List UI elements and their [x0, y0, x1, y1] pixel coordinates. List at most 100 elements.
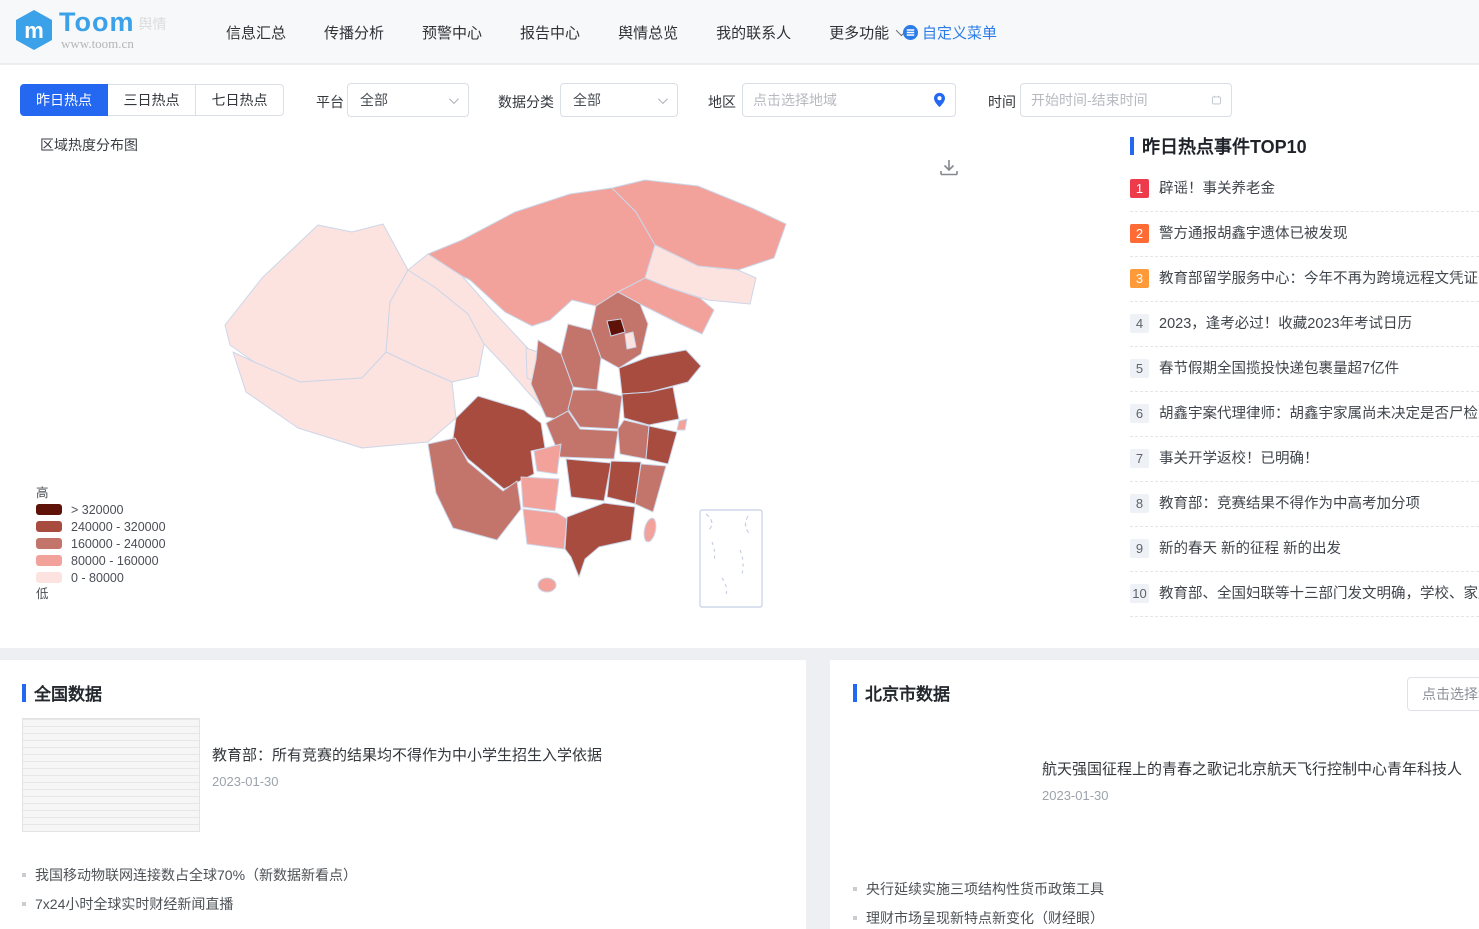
nav-item-more-features[interactable]: 更多功能 [829, 22, 904, 43]
rank-badge: 7 [1130, 449, 1149, 468]
hot-event-item[interactable]: 6胡鑫宇案代理律师：胡鑫宇家属尚未决定是否尸检 [1130, 392, 1479, 437]
beijing-region-select-button[interactable]: 点击选择地域 [1407, 677, 1479, 711]
national-title-row: 全国数据 [22, 680, 102, 705]
custom-menu-link[interactable]: 自定义菜单 [903, 0, 997, 64]
hot-event-item[interactable]: 8教育部：竞赛结果不得作为中高考加分项 [1130, 482, 1479, 527]
hot-event-item[interactable]: 7 事关开学返校！已明确！ [1130, 437, 1479, 482]
news-item[interactable]: 我国移动物联网连接数占全球70%（新数据新看点） [22, 860, 800, 889]
hot-event-title: 警方通报胡鑫宇遗体已被发现 [1159, 224, 1348, 244]
legend-row: 240000 - 320000 [36, 518, 166, 535]
province-anhui[interactable] [618, 420, 649, 459]
beijing-title-row: 北京市数据 [853, 680, 950, 705]
tab-seven-day-hot[interactable]: 七日热点 [196, 84, 284, 116]
legend-swatch [36, 521, 62, 532]
featured-article[interactable]: 航天强国征程上的青春之歌记北京航天飞行控制中心青年科技人 2023-01-30 [852, 718, 1479, 832]
rank-badge: 2 [1130, 224, 1149, 243]
hot-event-item[interactable]: 3 教育部留学服务中心：今年不再为跨境远程文凭证书提供 [1130, 257, 1479, 302]
hot-event-list: 1 辟谣！事关养老金 2 警方通报胡鑫宇遗体已被发现 3 教育部留学服务中心：今年不再… [1130, 167, 1479, 617]
hot-event-item[interactable]: 5春节假期全国揽投快递包裹量超7亿件 [1130, 347, 1479, 392]
legend-swatch [36, 555, 62, 566]
rank-badge: 10 [1130, 584, 1149, 603]
legend-high-label: 高 [36, 485, 166, 501]
nav-item-info-summary[interactable]: 信息汇总 [226, 22, 286, 43]
legend-row: 80000 - 160000 [36, 552, 166, 569]
tab-yesterday-hot[interactable]: 昨日热点 [20, 84, 108, 116]
south-china-sea-inset [700, 510, 762, 607]
province-hainan[interactable] [538, 578, 556, 592]
title-accent-bar [1130, 137, 1134, 155]
hot-event-title: 事关开学返校！已明确！ [1159, 449, 1319, 469]
legend-swatch [36, 538, 62, 549]
header: m Toom 舆情 www.toom.cn 信息汇总 传播分析 预警中心 报告中… [0, 0, 1479, 64]
legend-row: > 320000 [36, 501, 166, 518]
featured-body: 教育部：所有竞赛的结果均不得作为中小学生招生入学依据 2023-01-30 [212, 718, 602, 832]
title-accent-bar [22, 684, 26, 702]
logo[interactable]: m Toom 舆情 www.toom.cn [14, 9, 166, 52]
platform-label: 平台 [316, 92, 344, 112]
nav-item-sentiment-overview[interactable]: 舆情总览 [618, 22, 678, 43]
nav-item-spread-analysis[interactable]: 传播分析 [324, 22, 384, 43]
region-label: 地区 [708, 92, 736, 112]
beijing-data-card: 北京市数据 点击选择地域 航天强国征程上的青春之歌记北京航天飞行控制中心青年科技… [830, 660, 1479, 929]
hot-event-item[interactable]: 2 警方通报胡鑫宇遗体已被发现 [1130, 212, 1479, 257]
featured-title[interactable]: 航天强国征程上的青春之歌记北京航天飞行控制中心青年科技人 [1042, 758, 1462, 779]
beijing-news-list: 央行延续实施三项结构性货币政策工具 理财市场呈现新特点新变化（财经眼） [853, 874, 1479, 929]
rank-badge: 1 [1130, 179, 1149, 198]
region-input-wrap [742, 83, 956, 117]
hot-event-title: 教育部、全国妇联等十三部门发文明确，学校、家庭、社 [1159, 584, 1479, 604]
chevron-down-icon [449, 94, 459, 104]
province-zhejiang[interactable] [646, 426, 677, 464]
national-title: 全国数据 [34, 680, 102, 705]
hot-event-item[interactable]: 1 辟谣！事关养老金 [1130, 167, 1479, 212]
title-accent-bar [853, 684, 857, 702]
national-news-list: 我国移动物联网连接数占全球70%（新数据新看点） 7x24小时全球实时财经新闻直… [22, 860, 800, 918]
province-fujian[interactable] [635, 464, 666, 512]
top10-title: 昨日热点事件TOP10 [1142, 133, 1307, 159]
rank-badge: 4 [1130, 314, 1149, 333]
province-guizhou[interactable] [521, 477, 559, 511]
national-data-card: 全国数据 教育部：所有竞赛的结果均不得作为中小学生招生入学依据 2023-01-… [0, 660, 806, 929]
nav-item-warning-center[interactable]: 预警中心 [422, 22, 482, 43]
hot-event-title: 辟谣！事关养老金 [1159, 179, 1275, 199]
featured-date: 2023-01-30 [212, 774, 602, 789]
hot-event-item[interactable]: 9新的春天 新的征程 新的出发 [1130, 527, 1479, 572]
category-select[interactable]: 全部 [560, 83, 678, 117]
platform-select[interactable]: 全部 [347, 83, 469, 117]
page: m Toom 舆情 www.toom.cn 信息汇总 传播分析 预警中心 报告中… [0, 0, 1479, 929]
nav-item-my-contacts[interactable]: 我的联系人 [716, 22, 791, 43]
rank-badge: 6 [1130, 404, 1149, 423]
hot-event-title: 教育部：竞赛结果不得作为中高考加分项 [1159, 494, 1420, 514]
svg-text:m: m [24, 18, 44, 43]
rank-badge: 3 [1130, 269, 1149, 288]
main-nav: 信息汇总 传播分析 预警中心 报告中心 舆情总览 我的联系人 更多功能 [226, 0, 942, 64]
province-hunan[interactable] [566, 459, 611, 501]
rank-badge: 5 [1130, 359, 1149, 378]
logo-hexagon-icon: m [14, 9, 54, 51]
china-heat-map [0, 130, 1120, 650]
province-guangxi[interactable] [523, 509, 567, 549]
nav-item-report-center[interactable]: 报告中心 [520, 22, 580, 43]
hot-event-title: 2023，逢考必过！收藏2023年考试日历 [1159, 314, 1412, 334]
news-item[interactable]: 理财市场呈现新特点新变化（财经眼） [853, 903, 1479, 929]
region-input[interactable] [753, 92, 934, 108]
province-shanghai[interactable] [677, 419, 687, 430]
chevron-down-icon [658, 94, 668, 104]
province-guangdong[interactable] [565, 503, 635, 577]
news-item[interactable]: 央行延续实施三项结构性货币政策工具 [853, 874, 1479, 903]
hot-event-title: 教育部留学服务中心：今年不再为跨境远程文凭证书提供 [1159, 269, 1479, 289]
featured-body: 航天强国征程上的青春之歌记北京航天飞行控制中心青年科技人 2023-01-30 [1042, 718, 1462, 832]
legend-low-label: 低 [36, 586, 166, 602]
logo-text: Toom 舆情 www.toom.cn [59, 9, 166, 52]
menu-circle-icon [903, 25, 918, 40]
bullet-icon [22, 902, 26, 906]
hot-event-title: 新的春天 新的征程 新的出发 [1159, 539, 1341, 559]
province-taiwan[interactable] [642, 517, 658, 543]
hot-event-item[interactable]: 10 教育部、全国妇联等十三部门发文明确，学校、家庭、社 [1130, 572, 1479, 617]
featured-article[interactable]: 教育部：所有竞赛的结果均不得作为中小学生招生入学依据 2023-01-30 [22, 718, 796, 832]
hot-event-item[interactable]: 4 2023，逢考必过！收藏2023年考试日历 [1130, 302, 1479, 347]
bullet-icon [22, 873, 26, 877]
featured-title[interactable]: 教育部：所有竞赛的结果均不得作为中小学生招生入学依据 [212, 744, 602, 765]
tab-three-day-hot[interactable]: 三日热点 [108, 84, 196, 116]
news-item[interactable]: 7x24小时全球实时财经新闻直播 [22, 889, 800, 918]
legend-swatch [36, 504, 62, 515]
